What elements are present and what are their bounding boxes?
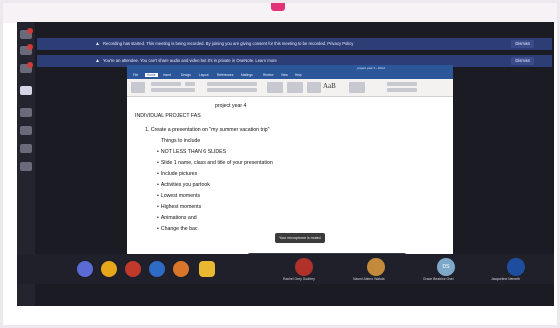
explorer-taskbar-icon[interactable]: [199, 261, 215, 277]
word-title: project year 4 - Word: [357, 66, 385, 70]
doc-bullet: Animations and: [157, 215, 197, 221]
participant-name: Naomi Atieno Wafula: [353, 277, 385, 281]
tab-view[interactable]: View: [281, 73, 288, 77]
paragraph-buttons[interactable]: [207, 82, 257, 86]
format-buttons[interactable]: [151, 88, 195, 92]
doc-things-heading: Things to include: [161, 138, 201, 144]
ribbon-tabs: File Home Insert Design Layout Reference…: [127, 72, 453, 79]
tab-insert[interactable]: Insert: [163, 73, 171, 77]
style-normal[interactable]: [267, 82, 283, 93]
doc-bullet: NOT LESS THAN 6 SLIDES: [157, 149, 226, 155]
recording-banner-text: Recording has started. This meeting is b…: [103, 41, 354, 46]
find-button[interactable]: [387, 82, 417, 86]
tab-design[interactable]: Design: [181, 73, 191, 77]
word-taskbar-icon[interactable]: [149, 261, 165, 277]
doc-bullet: Include pictures: [157, 171, 197, 177]
alignment-buttons[interactable]: [207, 88, 257, 92]
tab-file[interactable]: File: [133, 73, 138, 77]
teams-taskbar-icon[interactable]: [77, 261, 93, 277]
style-title-sample[interactable]: AaB: [323, 82, 336, 90]
font-selector[interactable]: [151, 82, 181, 86]
chat-badge: [27, 44, 33, 50]
participant-avatar[interactable]: [295, 258, 313, 276]
style-heading1[interactable]: [307, 82, 321, 93]
powerpoint-taskbar-icon[interactable]: [173, 261, 189, 277]
doc-bullet: Change the bac: [157, 226, 198, 232]
dismiss-button[interactable]: Dismiss: [511, 40, 534, 48]
participant-name: Jacqueline Nemeth: [491, 277, 521, 281]
tab-layout[interactable]: Layout: [199, 73, 209, 77]
teams-badge: [27, 62, 33, 68]
office-taskbar-icon[interactable]: [125, 261, 141, 277]
calendar-icon[interactable]: [20, 86, 32, 95]
calls-icon[interactable]: [20, 108, 32, 117]
dismiss-button[interactable]: Dismiss: [511, 57, 534, 65]
font-size-selector[interactable]: [185, 82, 195, 86]
activity-badge: [27, 28, 33, 34]
doc-bullet: Lowest moments: [157, 193, 200, 199]
tab-mailings[interactable]: Mailings: [241, 73, 253, 77]
participant-avatar[interactable]: [367, 258, 385, 276]
warning-icon: ▲: [95, 58, 100, 64]
doc-heading: project year 4: [215, 103, 247, 109]
bottom-margin: [17, 306, 554, 322]
doc-bullet: Activities you partook: [157, 182, 210, 188]
document-page: project year 4 INDIVIDUAL PROJECT FAS 1.…: [127, 97, 453, 269]
style-no-spacing[interactable]: [287, 82, 303, 93]
participant-name: Grace Beatrice Osei: [423, 277, 454, 281]
recording-banner: ▲ Recording has started. This meeting is…: [37, 38, 552, 50]
doc-bullet: Highest moments: [157, 204, 201, 210]
tab-review[interactable]: Review: [263, 73, 273, 77]
windows-taskbar: Rachel Grey Godfrey Naomi Atieno Wafula …: [17, 254, 554, 284]
word-title-bar: project year 4 - Word: [127, 65, 453, 72]
chrome-taskbar-icon[interactable]: [101, 261, 117, 277]
doc-subheading: INDIVIDUAL PROJECT FAS: [135, 113, 201, 119]
mic-muted-tooltip: Your microphone is muted: [275, 233, 325, 243]
paste-button[interactable]: [131, 82, 145, 93]
participant-avatar[interactable]: [507, 258, 525, 276]
tab-help[interactable]: Help: [295, 73, 302, 77]
tab-references[interactable]: References: [217, 73, 233, 77]
style-subtitle[interactable]: [349, 82, 365, 93]
files-icon[interactable]: [20, 126, 32, 135]
apps-icon[interactable]: [20, 144, 32, 153]
recording-indicator: [271, 3, 285, 11]
participant-avatar[interactable]: DS: [437, 258, 455, 276]
help-icon[interactable]: [20, 162, 32, 171]
warning-icon: ▲: [95, 41, 100, 47]
doc-bullet: Slide 1 name, class and title of your pr…: [157, 160, 273, 166]
tab-home[interactable]: Home: [145, 73, 158, 77]
ribbon-body: AaB: [127, 79, 453, 97]
doc-item-1: 1. Create a presentation on "my summer v…: [145, 127, 270, 133]
participant-name: Rachel Grey Godfrey: [283, 277, 315, 281]
replace-button[interactable]: [387, 88, 417, 92]
